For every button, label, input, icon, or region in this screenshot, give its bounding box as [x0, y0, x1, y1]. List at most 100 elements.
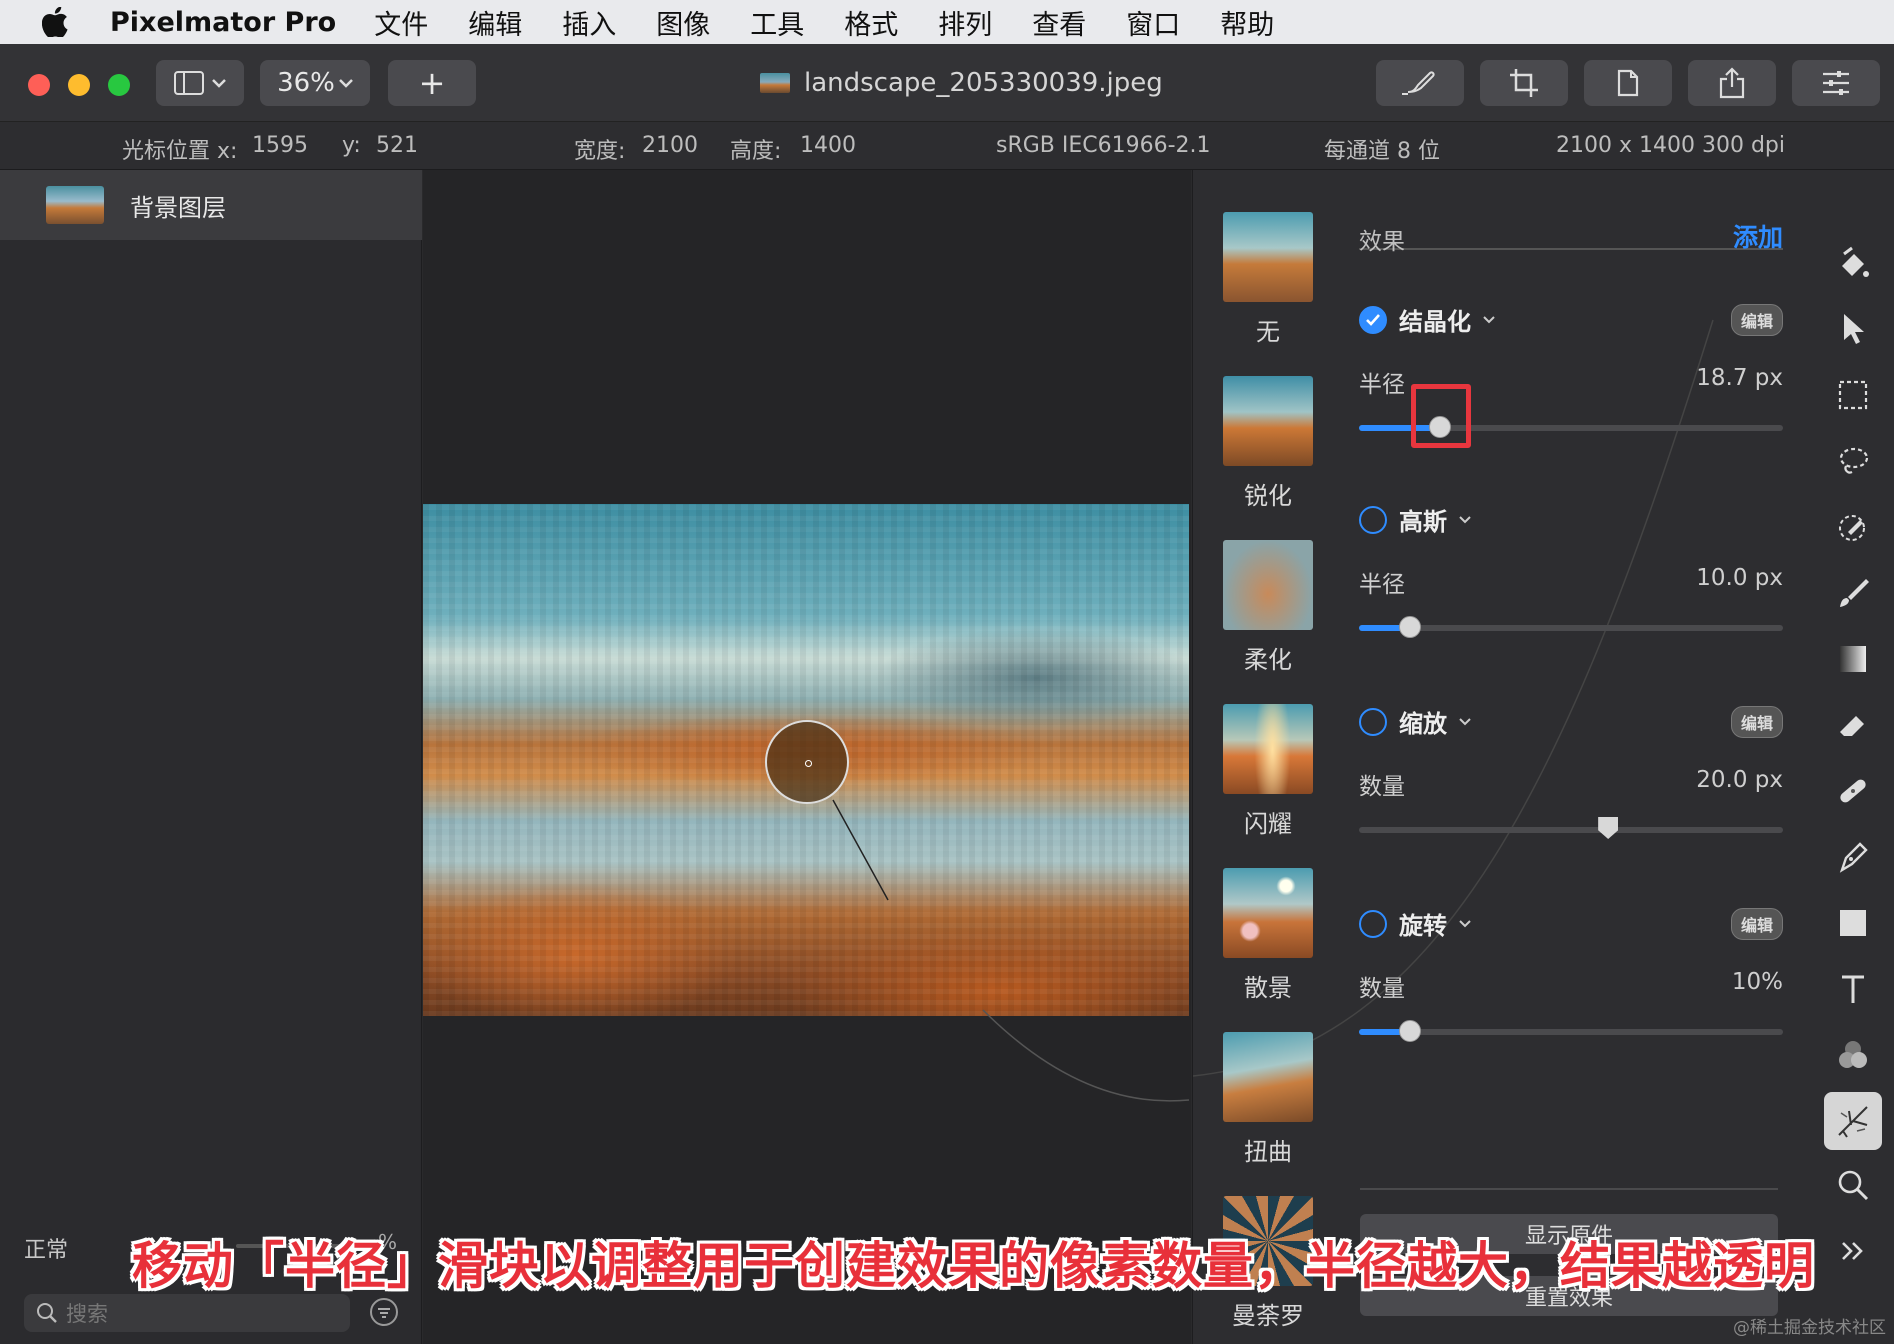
text-icon [1842, 975, 1864, 1003]
paint-bucket-tool[interactable] [1832, 242, 1874, 284]
menu-file[interactable]: 文件 [374, 3, 428, 42]
effect-twirl: 旋转 编辑 数量 10% [1359, 906, 1783, 1042]
apple-icon[interactable] [0, 7, 110, 37]
menu-image[interactable]: 图像 [656, 3, 710, 42]
paint-tool[interactable] [1832, 572, 1874, 614]
shape-tool[interactable] [1832, 902, 1874, 944]
layers-panel: 背景图层 正常 % 搜索 [0, 170, 422, 1344]
menu-window[interactable]: 窗口 [1126, 3, 1180, 42]
sidebar-toggle-button[interactable] [156, 60, 244, 106]
preset-thumbnail [1223, 1032, 1313, 1122]
minimize-window-button[interactable] [68, 74, 90, 96]
share-button[interactable] [1688, 60, 1776, 106]
menu-tools[interactable]: 工具 [750, 3, 804, 42]
layer-search-field[interactable]: 搜索 [24, 1294, 350, 1332]
chevron-down-icon[interactable] [1459, 515, 1471, 524]
gradient-tool[interactable] [1832, 638, 1874, 680]
document-filename: landscape_205330039.jpeg [804, 68, 1163, 98]
effects-title: 效果 [1359, 229, 1405, 255]
arrow-pointer-icon [1844, 314, 1864, 344]
preset-none[interactable]: 无 [1223, 212, 1313, 347]
color-select-tool[interactable] [1832, 506, 1874, 548]
preset-thumbnail [1223, 704, 1313, 794]
preset-distort[interactable]: 扭曲 [1223, 1032, 1313, 1167]
preset-sharpen[interactable]: 锐化 [1223, 376, 1313, 511]
radius-slider[interactable] [1359, 616, 1783, 638]
menu-arrange[interactable]: 排列 [938, 3, 992, 42]
tools-toggle-button[interactable] [1792, 60, 1880, 106]
zoom-tool[interactable] [1832, 1164, 1874, 1206]
brush-tool-button[interactable] [1376, 60, 1464, 106]
color-adjust-tool[interactable] [1832, 1034, 1874, 1076]
slider-knob[interactable] [1398, 1020, 1421, 1042]
effect-toggle-checkbox[interactable] [1359, 505, 1387, 534]
filter-button[interactable] [370, 1298, 398, 1326]
more-tools-button[interactable] [1832, 1230, 1874, 1272]
param-value[interactable]: 10% [1732, 969, 1783, 1003]
slider-knob[interactable] [1598, 817, 1619, 839]
cursor-x-value: 1595 [252, 133, 308, 158]
preset-thumbnail [1223, 540, 1313, 630]
crop-button[interactable] [1480, 60, 1568, 106]
effect-zoom: 缩放 编辑 数量 20.0 px [1359, 704, 1783, 839]
window-toolbar: 36% + landscape_205330039.jpeg [0, 44, 1894, 122]
brush-icon [1402, 71, 1435, 95]
slider-knob[interactable] [1398, 616, 1421, 638]
amount-slider[interactable] [1359, 1020, 1783, 1042]
repair-tool[interactable] [1832, 770, 1874, 812]
effect-name[interactable]: 旋转 [1399, 906, 1447, 941]
arrange-tool[interactable] [1832, 308, 1874, 350]
zoom-dropdown[interactable]: 36% [260, 60, 370, 106]
width-label: 宽度: [574, 139, 626, 164]
param-value[interactable]: 18.7 px [1696, 365, 1783, 399]
blend-mode-select[interactable]: 正常 [24, 1232, 68, 1264]
preset-label: 曼荼罗 [1232, 1302, 1304, 1330]
eraser-tool[interactable] [1832, 704, 1874, 746]
effect-center-handle[interactable] [765, 720, 849, 804]
chevron-down-icon[interactable] [1459, 919, 1471, 928]
add-effect-button[interactable]: 添加 [1733, 218, 1783, 254]
preset-bokeh[interactable]: 散景 [1223, 868, 1313, 1003]
effect-toggle-checkbox[interactable] [1359, 707, 1387, 736]
lasso-tool[interactable] [1832, 440, 1874, 482]
app-menu[interactable]: Pixelmator Pro [110, 7, 336, 38]
menu-view[interactable]: 查看 [1032, 3, 1086, 42]
document-button[interactable] [1584, 60, 1672, 106]
chevron-down-icon[interactable] [1483, 315, 1495, 324]
rect-select-icon [1838, 380, 1868, 410]
param-value[interactable]: 20.0 px [1696, 767, 1783, 801]
edit-button[interactable]: 编辑 [1730, 304, 1783, 336]
layer-row[interactable]: 背景图层 [0, 170, 422, 240]
close-window-button[interactable] [28, 74, 50, 96]
pen-tool[interactable] [1832, 836, 1874, 878]
preset-shine[interactable]: 闪耀 [1223, 704, 1313, 839]
menu-bar: Pixelmator Pro 文件 编辑 插入 图像 工具 格式 排列 查看 窗… [0, 0, 1894, 44]
chevron-down-icon[interactable] [1459, 717, 1471, 726]
menu-edit[interactable]: 编辑 [468, 3, 522, 42]
search-icon [37, 1303, 57, 1323]
effect-toggle-checkbox[interactable] [1359, 305, 1387, 334]
effect-toggle-checkbox[interactable] [1359, 909, 1387, 938]
add-button[interactable]: + [388, 60, 476, 106]
effect-name[interactable]: 高斯 [1399, 502, 1447, 537]
param-value[interactable]: 10.0 px [1696, 565, 1783, 599]
preset-label: 无 [1256, 318, 1280, 346]
menu-help[interactable]: 帮助 [1220, 3, 1274, 42]
effect-name[interactable]: 结晶化 [1399, 302, 1471, 337]
type-tool[interactable] [1832, 968, 1874, 1010]
divider [1360, 1188, 1778, 1190]
effects-tool[interactable] [1824, 1092, 1882, 1150]
document-icon [1617, 69, 1639, 97]
menu-format[interactable]: 格式 [844, 3, 898, 42]
lasso-icon [1839, 447, 1869, 474]
color-adjust-icon [1839, 1041, 1867, 1068]
rect-select-tool[interactable] [1832, 374, 1874, 416]
preset-soften[interactable]: 柔化 [1223, 540, 1313, 675]
edit-button[interactable]: 编辑 [1730, 908, 1783, 940]
amount-slider[interactable] [1359, 817, 1783, 839]
menu-insert[interactable]: 插入 [562, 3, 616, 42]
zoom-window-button[interactable] [108, 74, 130, 96]
edit-button[interactable]: 编辑 [1730, 706, 1783, 738]
layer-name: 背景图层 [130, 193, 226, 222]
effect-name[interactable]: 缩放 [1399, 704, 1447, 739]
